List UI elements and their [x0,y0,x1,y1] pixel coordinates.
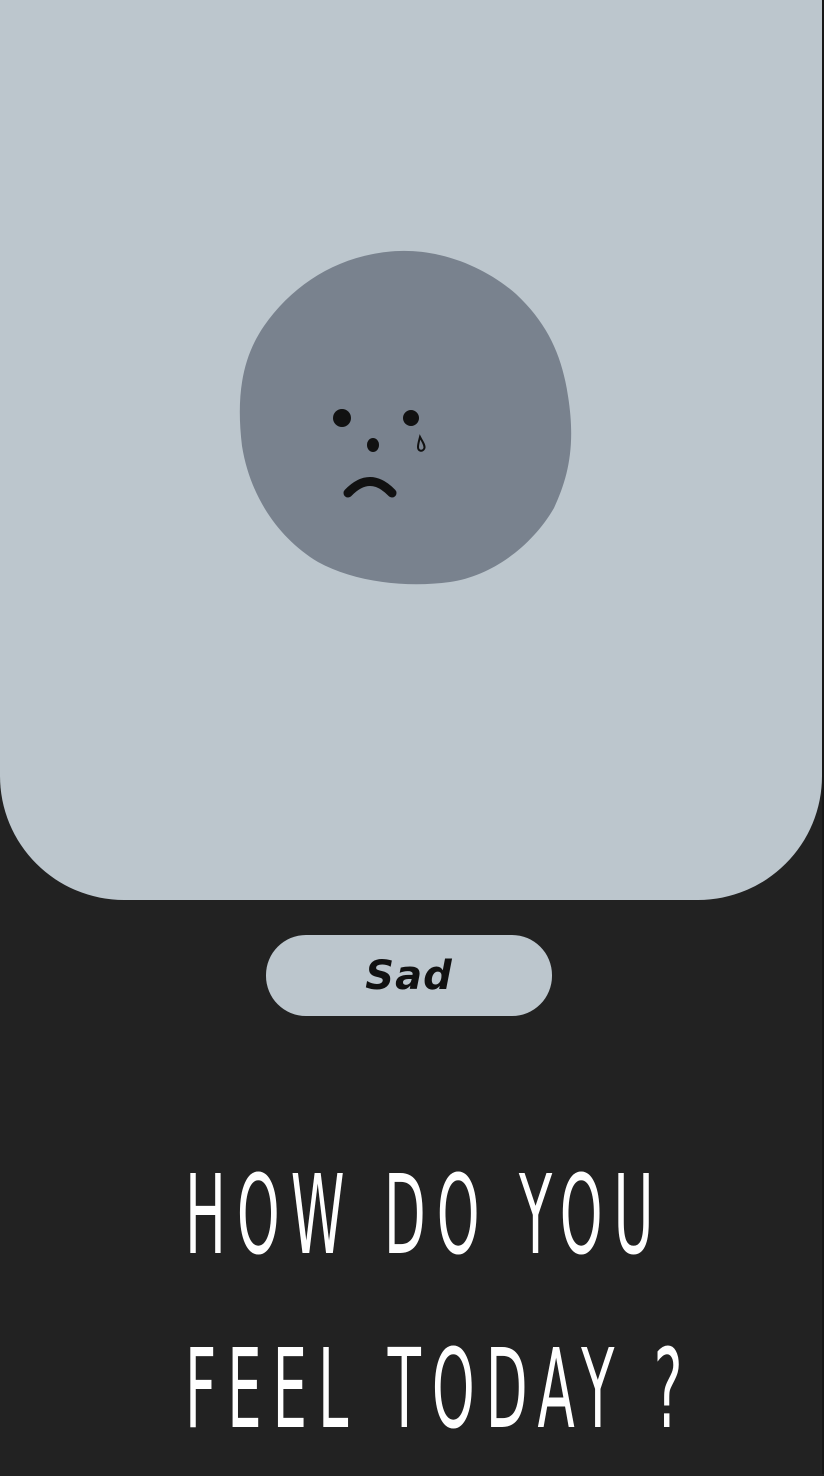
question-line-1: HOW DO YOU [184,1151,665,1279]
mood-label: Sad [365,952,453,999]
mood-label-button[interactable]: Sad [266,935,552,1016]
question-line-2: FEEL TODAY ? [184,1325,694,1453]
question-heading: HOW DO YOU FEEL TODAY ? [0,1128,822,1476]
mood-card [0,0,822,900]
sad-face-icon[interactable] [236,246,576,588]
mood-screen: Sad HOW DO YOU FEEL TODAY ? [0,0,824,1474]
